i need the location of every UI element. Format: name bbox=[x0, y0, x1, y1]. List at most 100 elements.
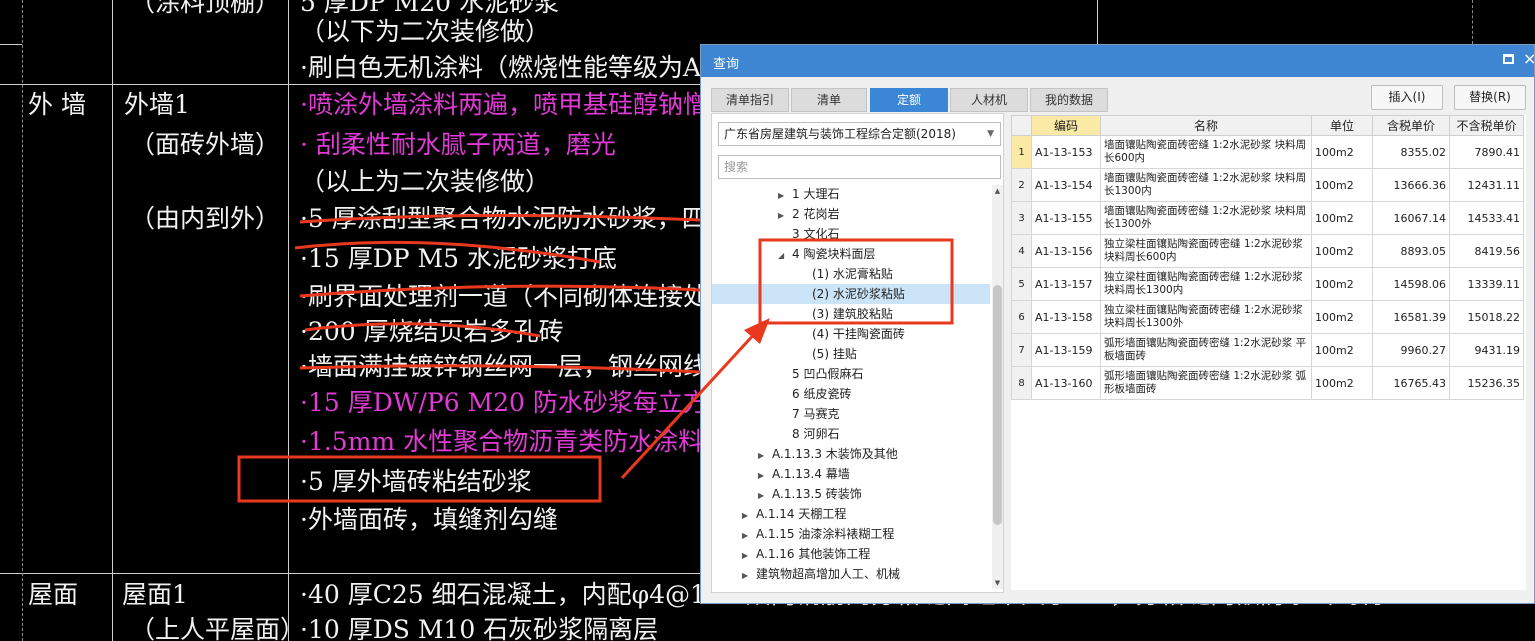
quota-code: A1-13-155 bbox=[1031, 201, 1101, 235]
tab-bill-guide[interactable]: 清单指引 bbox=[711, 88, 789, 112]
expand-arrow-icon[interactable]: ▶ bbox=[742, 526, 756, 546]
tree-node-label: A.1.13.5 砖装饰 bbox=[772, 487, 862, 501]
tree-node-label: 8 河卵石 bbox=[792, 427, 840, 441]
scroll-down-icon[interactable]: ▼ bbox=[992, 577, 1003, 589]
quota-code: A1-13-156 bbox=[1031, 234, 1101, 268]
tab-quota[interactable]: 定额 bbox=[870, 88, 948, 112]
quota-name: 墙面镶贴陶瓷面砖密缝 1:2水泥砂浆 块料周长1300外 bbox=[1100, 201, 1312, 235]
tax-price: 8355.02 bbox=[1372, 135, 1450, 169]
quota-code: A1-13-154 bbox=[1031, 168, 1101, 202]
tab-bill[interactable]: 清单 bbox=[791, 88, 867, 112]
expand-arrow-icon[interactable]: ▶ bbox=[758, 466, 772, 486]
tree-node[interactable]: ▶ A.1.16 其他装饰工程 bbox=[712, 544, 990, 564]
quota-code: A1-13-157 bbox=[1031, 267, 1101, 301]
table-row[interactable]: 3 A1-13-155 墙面镶贴陶瓷面砖密缝 1:2水泥砂浆 块料周长1300外 10… bbox=[1011, 201, 1524, 235]
notax-price: 15236.35 bbox=[1449, 366, 1524, 400]
quota-code: A1-13-160 bbox=[1031, 366, 1101, 400]
tax-price: 16765.43 bbox=[1372, 366, 1450, 400]
tree-node[interactable]: 5 凹凸假麻石 bbox=[712, 364, 990, 384]
row-index: 1 bbox=[1011, 135, 1032, 169]
row-index: 5 bbox=[1011, 267, 1032, 301]
expand-arrow-icon[interactable]: ▶ bbox=[758, 446, 772, 466]
tree-node[interactable]: (2) 水泥砂浆粘贴 bbox=[712, 284, 990, 304]
column-header-code[interactable]: 编码 bbox=[1031, 115, 1101, 136]
column-header-tax-price[interactable]: 含税单价 bbox=[1372, 115, 1450, 136]
tree-node-label: (2) 水泥砂浆粘贴 bbox=[812, 287, 905, 301]
tree-node-label: 7 马赛克 bbox=[792, 407, 840, 421]
tree-node[interactable]: ▶ A.1.15 油漆涂料裱糊工程 bbox=[712, 524, 990, 544]
expand-arrow-icon[interactable]: ▶ bbox=[742, 566, 756, 586]
dialog-title-bar[interactable]: 查询 × bbox=[701, 45, 1535, 77]
insert-button[interactable]: 插入(I) bbox=[1371, 85, 1443, 110]
quota-unit: 100m2 bbox=[1311, 234, 1373, 268]
tax-price: 14598.06 bbox=[1372, 267, 1450, 301]
tree-node-label: A.1.13.4 幕墙 bbox=[772, 467, 850, 481]
quota-name: 墙面镶贴陶瓷面砖密缝 1:2水泥砂浆 块料周长600内 bbox=[1100, 135, 1312, 169]
table-row[interactable]: 6 A1-13-158 独立梁柱面镶贴陶瓷面砖密缝 1:2水泥砂浆 块料周长1300… bbox=[1011, 300, 1524, 334]
column-header-name[interactable]: 名称 bbox=[1100, 115, 1312, 136]
table-row[interactable]: 1 A1-13-153 墙面镶贴陶瓷面砖密缝 1:2水泥砂浆 块料周长600内 100… bbox=[1011, 135, 1524, 169]
tree-node[interactable]: ▶ 建筑物超高增加人工、机械 bbox=[712, 564, 990, 584]
tree-node[interactable]: ▶ A.1.13.4 幕墙 bbox=[712, 464, 990, 484]
quota-unit: 100m2 bbox=[1311, 135, 1373, 169]
tree-node[interactable]: 3 文化石 bbox=[712, 224, 990, 244]
tree-node-label: 5 凹凸假麻石 bbox=[792, 367, 864, 381]
tree-scrollbar[interactable]: ▲ ▼ bbox=[992, 185, 1003, 589]
tree-node[interactable]: ▶ A.1.13.5 砖装饰 bbox=[712, 484, 990, 504]
tree-node-label: (4) 干挂陶瓷面砖 bbox=[812, 327, 905, 341]
tax-price: 16581.39 bbox=[1372, 300, 1450, 334]
tab-labor-material-machine[interactable]: 人材机 bbox=[950, 88, 1028, 112]
tree-node[interactable]: (4) 干挂陶瓷面砖 bbox=[712, 324, 990, 344]
table-row[interactable]: 4 A1-13-156 独立梁柱面镶贴陶瓷面砖密缝 1:2水泥砂浆 块料周长600内… bbox=[1011, 234, 1524, 268]
search-input[interactable] bbox=[718, 155, 1001, 179]
tree-node[interactable]: 7 马赛克 bbox=[712, 404, 990, 424]
close-icon[interactable]: × bbox=[1523, 49, 1535, 69]
quota-name: 墙面镶贴陶瓷面砖密缝 1:2水泥砂浆 块料周长1300内 bbox=[1100, 168, 1312, 202]
quota-unit: 100m2 bbox=[1311, 333, 1373, 367]
expand-arrow-icon[interactable]: ▶ bbox=[778, 186, 792, 206]
tree-node[interactable]: ▶ A.1.14 天棚工程 bbox=[712, 504, 990, 524]
expand-arrow-icon[interactable]: ▶ bbox=[742, 546, 756, 566]
tree-node[interactable]: ▶ 1 大理石 bbox=[712, 184, 990, 204]
notax-price: 15018.22 bbox=[1449, 300, 1524, 334]
replace-button[interactable]: 替换(R) bbox=[1454, 85, 1526, 110]
tree-node[interactable]: (3) 建筑胶粘贴 bbox=[712, 304, 990, 324]
tree-node[interactable]: (1) 水泥膏粘贴 bbox=[712, 264, 990, 284]
tab-my-data[interactable]: 我的数据 bbox=[1030, 88, 1108, 112]
notax-price: 9431.19 bbox=[1449, 333, 1524, 367]
expand-arrow-icon[interactable]: ▶ bbox=[742, 506, 756, 526]
scroll-up-icon[interactable]: ▲ bbox=[992, 185, 1003, 197]
tree-node[interactable]: ▶ 2 花岗岩 bbox=[712, 204, 990, 224]
quota-code: A1-13-159 bbox=[1031, 333, 1101, 367]
tree-node-label: A.1.13.3 木装饰及其他 bbox=[772, 447, 898, 461]
tree-node[interactable]: 6 纸皮瓷砖 bbox=[712, 384, 990, 404]
scrollbar-thumb[interactable] bbox=[993, 285, 1002, 525]
quota-tree-panel: 广东省房屋建筑与装饰工程综合定额(2018) ▼ ▶1 大理石▶2 花岗岩3 文… bbox=[711, 113, 1004, 593]
row-index: 4 bbox=[1011, 234, 1032, 268]
quota-name: 弧形墙面镶贴陶瓷面砖密缝 1:2水泥砂浆 平板墙面砖 bbox=[1100, 333, 1312, 367]
column-header-notax-price[interactable]: 不含税单价 bbox=[1449, 115, 1524, 136]
tree-node[interactable]: ◢ 4 陶瓷块料面层 bbox=[712, 244, 990, 264]
column-header-unit[interactable]: 单位 bbox=[1311, 115, 1373, 136]
tree-node[interactable]: ▶ A.1.13.3 木装饰及其他 bbox=[712, 444, 990, 464]
column-header-index bbox=[1011, 115, 1032, 136]
tree-node[interactable]: (5) 挂贴 bbox=[712, 344, 990, 364]
table-row[interactable]: 2 A1-13-154 墙面镶贴陶瓷面砖密缝 1:2水泥砂浆 块料周长1300内 10… bbox=[1011, 168, 1524, 202]
tree-node-label: A.1.16 其他装饰工程 bbox=[756, 547, 871, 561]
table-row[interactable]: 5 A1-13-157 独立梁柱面镶贴陶瓷面砖密缝 1:2水泥砂浆 块料周长1300… bbox=[1011, 267, 1524, 301]
row-index: 6 bbox=[1011, 300, 1032, 334]
expand-arrow-icon[interactable]: ▶ bbox=[758, 486, 772, 506]
collapse-arrow-icon[interactable]: ◢ bbox=[778, 246, 792, 266]
tax-price: 8893.05 bbox=[1372, 234, 1450, 268]
quota-database-select[interactable]: 广东省房屋建筑与装饰工程综合定额(2018) ▼ bbox=[718, 122, 1001, 146]
maximize-icon[interactable] bbox=[1503, 54, 1514, 64]
tree-node[interactable]: 8 河卵石 bbox=[712, 424, 990, 444]
expand-arrow-icon[interactable]: ▶ bbox=[778, 206, 792, 226]
row-index: 8 bbox=[1011, 366, 1032, 400]
notax-price: 7890.41 bbox=[1449, 135, 1524, 169]
quota-name: 独立梁柱面镶贴陶瓷面砖密缝 1:2水泥砂浆 块料周长1300外 bbox=[1100, 300, 1312, 334]
notax-price: 12431.11 bbox=[1449, 168, 1524, 202]
table-row[interactable]: 7 A1-13-159 弧形墙面镶贴陶瓷面砖密缝 1:2水泥砂浆 平板墙面砖 100m… bbox=[1011, 333, 1524, 367]
tree-node-label: A.1.15 油漆涂料裱糊工程 bbox=[756, 527, 895, 541]
table-row[interactable]: 8 A1-13-160 弧形墙面镶贴陶瓷面砖密缝 1:2水泥砂浆 弧形板墙面砖 100… bbox=[1011, 366, 1524, 400]
